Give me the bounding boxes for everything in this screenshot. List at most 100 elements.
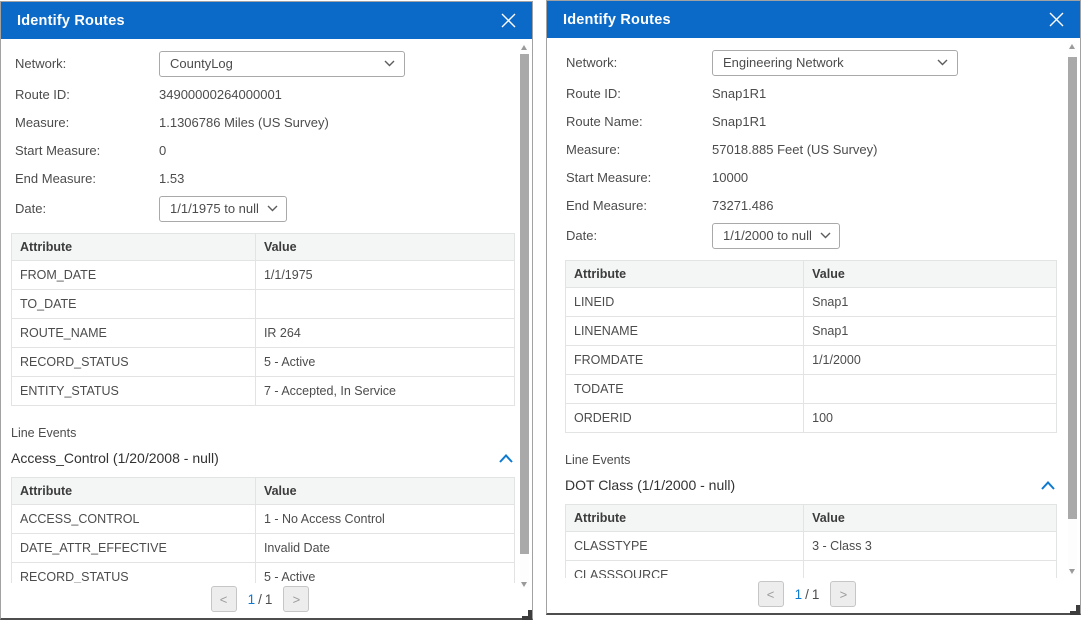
date-field: Date: 1/1/2000 to null [566,219,1057,252]
panel-content: Network: Engineering Network Route ID: S… [547,38,1080,590]
route-name-value: Snap1R1 [712,114,766,129]
table-row: TODATE [566,375,1057,404]
line-event-title: Access_Control (1/20/2008 - null) [11,450,219,466]
attribute-table: Attribute Value LINEIDSnap1 LINENAMESnap… [565,260,1057,433]
page-indicator: 1/1 [795,587,820,602]
date-label: Date: [15,201,159,216]
table-row: CLASSTYPE3 - Class 3 [566,532,1057,561]
line-events-label: Line Events [11,426,515,440]
measure-value: 57018.885 Feet (US Survey) [712,142,877,157]
end-measure-value: 73271.486 [712,198,773,213]
table-row: TO_DATE [12,290,515,319]
scrollbar-thumb[interactable] [520,54,529,554]
close-icon[interactable] [498,11,518,31]
network-select[interactable]: CountyLog [159,51,405,77]
window-title: Identify Routes [17,13,125,29]
scroll-down-arrow-icon[interactable] [1069,569,1075,574]
attribute-cell: ENTITY_STATUS [12,377,256,406]
route-id-field: Route ID: Snap1R1 [566,79,1057,107]
table-row: DATE_ATTR_EFFECTIVEInvalid Date [12,534,515,563]
network-label: Network: [15,56,159,71]
previous-page-button[interactable]: < [211,586,237,612]
date-select[interactable]: 1/1/2000 to null [712,223,840,249]
value-cell: 5 - Active [255,348,514,377]
table-row: RECORD_STATUS5 - Active [12,348,515,377]
scrollbar-thumb[interactable] [1068,57,1077,519]
table-row: LINENAMESnap1 [566,317,1057,346]
table-row: ORDERID100 [566,404,1057,433]
date-label: Date: [566,228,712,243]
attribute-cell: ROUTE_NAME [12,319,256,348]
end-measure-field: End Measure: 73271.486 [566,191,1057,219]
value-cell: Invalid Date [255,534,514,563]
value-cell: Snap1 [804,317,1057,346]
attribute-cell: RECORD_STATUS [12,348,256,377]
chevron-down-icon [384,60,395,67]
attribute-table: Attribute Value FROM_DATE1/1/1975 TO_DAT… [11,233,515,406]
identify-routes-window-left: Identify Routes Network: CountyLog Route… [0,1,533,620]
date-field: Date: 1/1/1975 to null [15,192,515,225]
route-name-field: Route Name: Snap1R1 [566,107,1057,135]
network-field: Network: CountyLog [15,47,515,80]
route-id-value: Snap1R1 [712,86,766,101]
value-cell: 1/1/2000 [804,346,1057,375]
end-measure-value: 1.53 [159,171,184,186]
resize-grip[interactable] [1070,605,1080,615]
scroll-down-arrow-icon[interactable] [521,582,527,587]
resize-grip[interactable] [522,610,532,620]
window-title: Identify Routes [563,12,671,28]
window-titlebar: Identify Routes [1,2,532,39]
chevron-down-icon [937,59,948,66]
page-indicator: 1/1 [248,592,273,607]
table-row: FROM_DATE1/1/1975 [12,261,515,290]
table-row: ACCESS_CONTROL1 - No Access Control [12,505,515,534]
table-header-row: Attribute Value [12,234,515,261]
scroll-up-arrow-icon[interactable] [521,45,527,50]
next-page-button[interactable]: > [283,586,309,612]
network-label: Network: [566,55,712,70]
vertical-scrollbar[interactable] [1068,43,1077,575]
value-cell [804,375,1057,404]
table-header-row: Attribute Value [12,478,515,505]
window-titlebar: Identify Routes [547,1,1080,38]
measure-field: Measure: 1.1306786 Miles (US Survey) [15,108,515,136]
start-measure-value: 0 [159,143,166,158]
attribute-cell: FROMDATE [566,346,804,375]
line-event-section-header: DOT Class (1/1/2000 - null) [565,474,1057,496]
table-row: ROUTE_NAMEIR 264 [12,319,515,348]
attribute-cell: ACCESS_CONTROL [12,505,256,534]
table-row: ENTITY_STATUS7 - Accepted, In Service [12,377,515,406]
attribute-cell: LINENAME [566,317,804,346]
start-measure-field: Start Measure: 0 [15,136,515,164]
value-cell: 3 - Class 3 [804,532,1057,561]
attribute-cell: LINEID [566,288,804,317]
chevron-up-icon[interactable] [497,451,515,465]
value-cell [255,290,514,319]
attribute-cell: TODATE [566,375,804,404]
attribute-cell: DATE_ATTR_EFFECTIVE [12,534,256,563]
pagination: < 1/1 > [547,578,1067,610]
route-id-value: 34900000264000001 [159,87,282,102]
attribute-cell: TO_DATE [12,290,256,319]
vertical-scrollbar[interactable] [520,44,529,588]
scroll-up-arrow-icon[interactable] [1069,44,1075,49]
measure-value: 1.1306786 Miles (US Survey) [159,115,329,130]
chevron-down-icon [820,232,831,239]
table-row: FROMDATE1/1/2000 [566,346,1057,375]
table-header-row: Attribute Value [566,261,1057,288]
date-select[interactable]: 1/1/1975 to null [159,196,287,222]
previous-page-button[interactable]: < [758,581,784,607]
pagination: < 1/1 > [1,583,519,615]
value-cell: 100 [804,404,1057,433]
panel-content: Network: CountyLog Route ID: 34900000264… [1,39,532,592]
next-page-button[interactable]: > [830,581,856,607]
value-cell: 7 - Accepted, In Service [255,377,514,406]
chevron-up-icon[interactable] [1039,478,1057,492]
network-field: Network: Engineering Network [566,46,1057,79]
close-icon[interactable] [1046,10,1066,30]
attribute-cell: CLASSTYPE [566,532,804,561]
route-id-field: Route ID: 34900000264000001 [15,80,515,108]
chevron-down-icon [267,205,278,212]
line-event-section-header: Access_Control (1/20/2008 - null) [11,447,515,469]
network-select[interactable]: Engineering Network [712,50,958,76]
